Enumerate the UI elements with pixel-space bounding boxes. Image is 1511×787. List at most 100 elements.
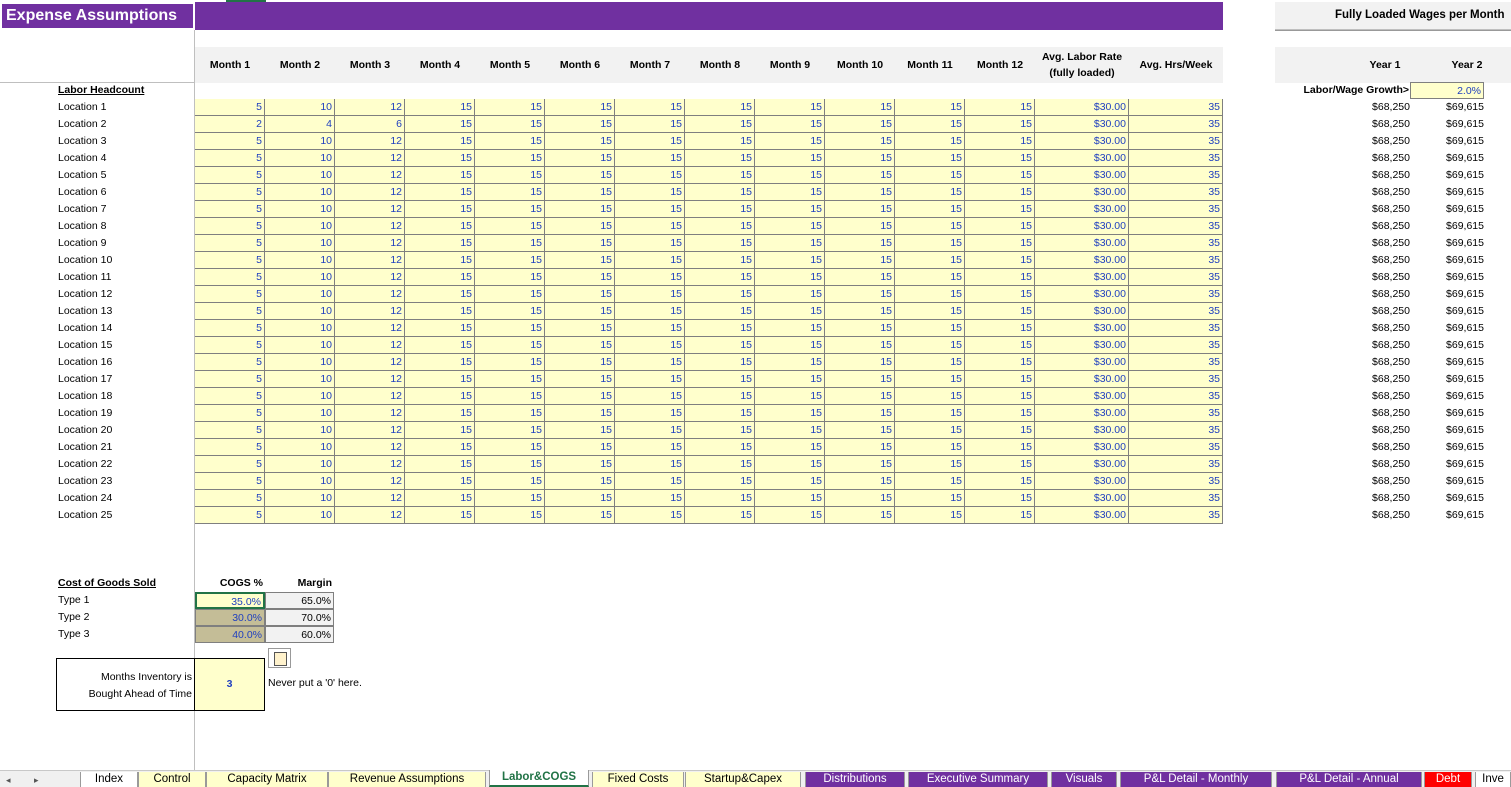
headcount-cell[interactable]: 15 — [615, 439, 685, 456]
hrs-week-cell[interactable]: 35 — [1129, 150, 1223, 167]
headcount-cell[interactable]: 15 — [895, 320, 965, 337]
row-label-location[interactable]: Location 5 — [58, 167, 106, 184]
headcount-cell[interactable]: 15 — [615, 388, 685, 405]
headcount-cell[interactable]: 15 — [965, 286, 1035, 303]
month-header[interactable]: Month 10 — [825, 47, 895, 83]
cogs-section-label[interactable]: Cost of Goods Sold — [58, 575, 156, 592]
headcount-cell[interactable]: 15 — [405, 354, 475, 371]
wage-year1-cell[interactable]: $68,250 — [1340, 405, 1410, 422]
headcount-cell[interactable]: 15 — [685, 303, 755, 320]
headcount-cell[interactable]: 15 — [405, 167, 475, 184]
cogs-type-label[interactable]: Type 2 — [58, 609, 90, 626]
headcount-cell[interactable]: 15 — [405, 201, 475, 218]
headcount-cell[interactable]: 15 — [685, 184, 755, 201]
wage-year2-cell[interactable]: $69,615 — [1410, 269, 1484, 286]
row-label-location[interactable]: Location 19 — [58, 405, 112, 422]
headcount-cell[interactable]: 15 — [895, 235, 965, 252]
headcount-cell[interactable]: 15 — [755, 252, 825, 269]
headcount-cell[interactable]: 10 — [265, 473, 335, 490]
headcount-cell[interactable]: 15 — [475, 337, 545, 354]
headcount-cell[interactable]: 12 — [335, 286, 405, 303]
hrs-week-cell[interactable]: 35 — [1129, 337, 1223, 354]
headcount-cell[interactable]: 10 — [265, 99, 335, 116]
headcount-cell[interactable]: 15 — [825, 405, 895, 422]
cogs-type-label[interactable]: Type 1 — [58, 592, 90, 609]
hrs-week-cell[interactable]: 35 — [1129, 133, 1223, 150]
headcount-cell[interactable]: 15 — [615, 201, 685, 218]
headcount-cell[interactable]: 15 — [475, 133, 545, 150]
headcount-cell[interactable]: 5 — [195, 354, 265, 371]
headcount-cell[interactable]: 10 — [265, 507, 335, 524]
headcount-cell[interactable]: 12 — [335, 184, 405, 201]
headcount-cell[interactable]: 15 — [545, 201, 615, 218]
headcount-cell[interactable]: 15 — [615, 422, 685, 439]
headcount-cell[interactable]: 15 — [475, 439, 545, 456]
headcount-cell[interactable]: 12 — [335, 405, 405, 422]
headcount-cell[interactable]: 15 — [475, 507, 545, 524]
month-header[interactable]: Month 1 — [195, 47, 265, 83]
headcount-cell[interactable]: 15 — [545, 116, 615, 133]
headcount-cell[interactable]: 15 — [545, 507, 615, 524]
headcount-cell[interactable]: 15 — [615, 218, 685, 235]
headcount-cell[interactable]: 15 — [685, 286, 755, 303]
headcount-cell[interactable]: 15 — [545, 371, 615, 388]
sheet-tab[interactable]: Distributions — [805, 772, 905, 787]
wage-year1-cell[interactable]: $68,250 — [1340, 235, 1410, 252]
headcount-cell[interactable]: 12 — [335, 371, 405, 388]
headcount-cell[interactable]: 12 — [335, 388, 405, 405]
month-header[interactable]: Month 7 — [615, 47, 685, 83]
headcount-cell[interactable]: 15 — [545, 252, 615, 269]
wage-year1-cell[interactable]: $68,250 — [1340, 252, 1410, 269]
headcount-cell[interactable]: 15 — [895, 116, 965, 133]
wage-year2-cell[interactable]: $69,615 — [1410, 388, 1484, 405]
wage-year1-cell[interactable]: $68,250 — [1340, 456, 1410, 473]
headcount-cell[interactable]: 12 — [335, 320, 405, 337]
headcount-cell[interactable]: 15 — [615, 116, 685, 133]
headcount-cell[interactable]: 15 — [545, 320, 615, 337]
hrs-week-cell[interactable]: 35 — [1129, 439, 1223, 456]
headcount-cell[interactable]: 15 — [755, 99, 825, 116]
headcount-cell[interactable]: 15 — [475, 269, 545, 286]
margin-value[interactable]: 60.0% — [265, 626, 334, 643]
headcount-cell[interactable]: 15 — [965, 422, 1035, 439]
headcount-cell[interactable]: 12 — [335, 133, 405, 150]
headcount-cell[interactable]: 15 — [755, 150, 825, 167]
headcount-cell[interactable]: 15 — [755, 354, 825, 371]
headcount-cell[interactable]: 15 — [895, 286, 965, 303]
headcount-cell[interactable]: 15 — [405, 235, 475, 252]
wage-year2-cell[interactable]: $69,615 — [1410, 303, 1484, 320]
hrs-week-cell[interactable]: 35 — [1129, 269, 1223, 286]
headcount-cell[interactable]: 15 — [965, 507, 1035, 524]
headcount-cell[interactable]: 15 — [545, 150, 615, 167]
headcount-cell[interactable]: 15 — [405, 303, 475, 320]
headcount-cell[interactable]: 15 — [615, 133, 685, 150]
wage-year2-cell[interactable]: $69,615 — [1410, 354, 1484, 371]
avg-hrs-week-header[interactable]: Avg. Hrs/Week — [1129, 47, 1223, 83]
headcount-cell[interactable]: 10 — [265, 201, 335, 218]
wage-year1-cell[interactable]: $68,250 — [1340, 150, 1410, 167]
headcount-cell[interactable]: 15 — [825, 456, 895, 473]
headcount-cell[interactable]: 15 — [475, 405, 545, 422]
headcount-cell[interactable]: 4 — [265, 116, 335, 133]
headcount-cell[interactable]: 15 — [685, 167, 755, 184]
headcount-cell[interactable]: 15 — [685, 269, 755, 286]
headcount-cell[interactable]: 5 — [195, 269, 265, 286]
headcount-cell[interactable]: 5 — [195, 456, 265, 473]
hrs-week-cell[interactable]: 35 — [1129, 388, 1223, 405]
wage-year2-cell[interactable]: $69,615 — [1410, 490, 1484, 507]
headcount-cell[interactable]: 15 — [475, 235, 545, 252]
headcount-cell[interactable]: 15 — [475, 320, 545, 337]
headcount-cell[interactable]: 15 — [475, 99, 545, 116]
headcount-cell[interactable]: 15 — [545, 456, 615, 473]
headcount-cell[interactable]: 15 — [825, 439, 895, 456]
row-label-location[interactable]: Location 4 — [58, 150, 106, 167]
headcount-cell[interactable]: 15 — [475, 116, 545, 133]
hrs-week-cell[interactable]: 35 — [1129, 371, 1223, 388]
headcount-cell[interactable]: 5 — [195, 490, 265, 507]
headcount-cell[interactable]: 15 — [615, 99, 685, 116]
row-label-location[interactable]: Location 8 — [58, 218, 106, 235]
headcount-cell[interactable]: 15 — [895, 507, 965, 524]
headcount-cell[interactable]: 15 — [825, 286, 895, 303]
headcount-cell[interactable]: 15 — [475, 167, 545, 184]
headcount-cell[interactable]: 15 — [475, 303, 545, 320]
